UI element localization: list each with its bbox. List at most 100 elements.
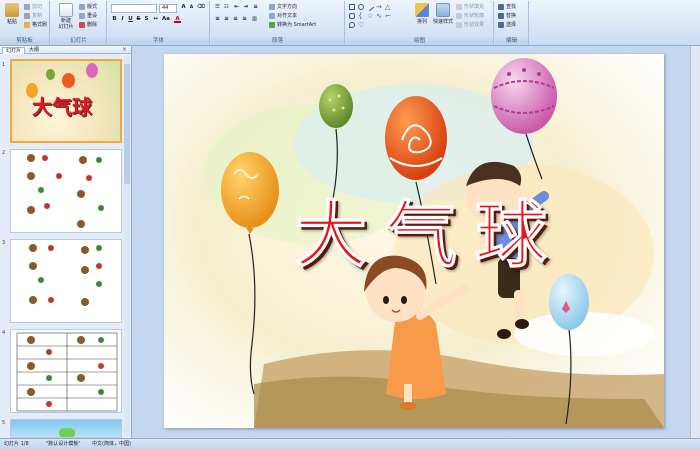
clipboard-group: 粘贴 剪切 复制 格式刷 剪贴板 [0,1,50,45]
slide-thumbnail-pane: 幻灯片 大纲 × 1 大气球 2 3 4 5 [0,46,132,438]
spacing-button[interactable]: ↔ [152,16,159,23]
triangle-shape[interactable]: △ [385,4,391,11]
copy-icon [24,12,30,19]
thumbnail-scrollbar[interactable] [124,56,130,436]
shape-outline-button[interactable]: 形状轮廓 [456,12,484,20]
font-color-button[interactable]: A [174,16,181,23]
delete-icon [79,21,85,28]
font-size-box[interactable]: 44 [159,4,177,13]
scrollbar-thumb[interactable] [124,64,130,184]
slide-thumbnail-4[interactable] [10,329,122,413]
slide-thumbnail-3[interactable] [10,239,122,323]
editing-group: 查找 替换 选择 编辑 [495,1,529,45]
font-name-box[interactable] [111,4,157,13]
heart-shape[interactable]: ♡ [358,22,364,29]
increase-indent-button[interactable]: ⇥ [242,4,249,11]
align-right-button[interactable]: ≡ [232,16,239,23]
line-spacing-button[interactable]: ≡ [252,4,259,11]
align-text-button[interactable]: 对齐文本 [269,12,297,20]
underline-button[interactable]: U [127,16,134,23]
quick-styles-button[interactable]: 快速样式 [432,3,454,25]
layout-icon [79,3,85,10]
tab-slides[interactable]: 幻灯片 [2,47,26,54]
new-slide-button[interactable]: 新建 幻灯片 [55,3,77,30]
bullets-button[interactable]: ☰ [214,4,221,11]
columns-button[interactable]: ▥ [251,16,258,23]
clear-format-button[interactable]: ⌫ [197,4,205,11]
justify-button[interactable]: ≡ [241,16,248,23]
slides-group: 新建 幻灯片 版式 重设 删除 幻灯片 [51,1,107,45]
slide-thumbnail-5[interactable] [10,419,122,438]
ribbon: 粘贴 剪切 复制 格式刷 剪贴板 新建 幻灯片 版式 重设 删除 幻灯片 44 [0,0,700,46]
replace-icon [498,12,504,19]
font-group: 44 A A ⌫ B I U S S ↔ Aa A 字体 [108,1,210,45]
paste-icon [5,3,19,17]
thumb-balloon-green [46,69,55,80]
shrink-font-button[interactable]: A [188,4,195,11]
close-icon[interactable]: × [122,46,127,53]
paragraph-label: 段落 [211,37,344,45]
thumb-table-grid [16,332,118,412]
slides-label: 幻灯片 [51,37,106,45]
font-label: 字体 [108,37,209,45]
find-button[interactable]: 查找 [498,3,516,11]
smartart-button[interactable]: 转换为 SmartArt [269,21,316,29]
star-shape[interactable]: ☆ [367,13,373,20]
paragraph-group: ☰ ☷ ⇤ ⇥ ≡ ≡ ≡ ≡ ≡ ▥ 文字方向 对齐文本 转换为 SmartA… [211,1,345,45]
align-center-button[interactable]: ≡ [223,16,230,23]
thumb-number: 4 [2,330,6,336]
thumb-number: 2 [2,150,6,156]
text-direction-button[interactable]: 文字方向 [269,3,297,11]
case-button[interactable]: Aa [162,16,170,23]
cut-button[interactable]: 剪切 [24,3,42,11]
text-direction-icon [269,3,275,10]
shape-fill-button[interactable]: 形状填充 [456,3,484,11]
slide-counter: 幻灯片 1/8 [4,441,29,447]
paste-button[interactable]: 粘贴 [2,3,22,25]
callout-shape[interactable] [349,22,355,28]
slide-title[interactable]: 大气球 [260,176,600,281]
oval-shape[interactable] [358,4,364,10]
decrease-indent-button[interactable]: ⇤ [233,4,240,11]
language-indicator[interactable]: 中文(简体，中国) [92,439,131,449]
rectangle-shape[interactable] [349,4,355,10]
arrange-button[interactable]: 排列 [412,3,432,25]
align-text-icon [269,12,275,19]
grow-font-button[interactable]: A [180,4,187,11]
line-shape[interactable] [365,2,375,12]
editing-label: 编辑 [495,37,528,45]
shadow-button[interactable]: S [143,16,150,23]
connector-shape[interactable]: ⌐ [385,13,391,20]
bold-button[interactable]: B [111,16,118,23]
reset-button[interactable]: 重设 [79,12,97,20]
arrow-shape[interactable]: → [376,4,382,11]
arrange-icon [415,3,429,17]
italic-button[interactable]: I [119,16,126,23]
shapes-gallery[interactable]: → △ { ☆ ∿ ⌐ ♡ [349,2,411,32]
strikethrough-button[interactable]: S [135,16,142,23]
format-painter-button[interactable]: 格式刷 [24,21,47,29]
status-bar: 幻灯片 1/8 "默认设计模板" 中文(简体，中国) [0,438,700,449]
slide-canvas[interactable]: 大气球 [164,54,664,428]
drawing-label: 绘图 [346,37,493,45]
smartart-icon [269,21,275,28]
brace-shape[interactable]: { [358,13,364,20]
slide-thumbnail-1[interactable]: 大气球 [10,59,122,143]
shape-effects-button[interactable]: 形状效果 [456,21,484,29]
tab-outline[interactable]: 大纲 [26,47,42,54]
replace-button[interactable]: 替换 [498,12,516,20]
thumb-number: 3 [2,240,6,246]
layout-button[interactable]: 版式 [79,3,97,11]
delete-button[interactable]: 删除 [79,21,97,29]
rounded-rect-shape[interactable] [349,13,355,19]
numbering-button[interactable]: ☷ [223,4,230,11]
slide-scrollbar[interactable] [690,46,700,438]
thumb-balloon-grid [27,154,104,228]
thumb-number: 1 [2,62,6,68]
select-button[interactable]: 选择 [498,21,516,29]
effects-icon [456,21,462,28]
copy-button[interactable]: 复制 [24,12,42,20]
slide-thumbnail-2[interactable] [10,149,122,233]
align-left-button[interactable]: ≡ [214,16,221,23]
curve-shape[interactable]: ∿ [376,13,382,20]
